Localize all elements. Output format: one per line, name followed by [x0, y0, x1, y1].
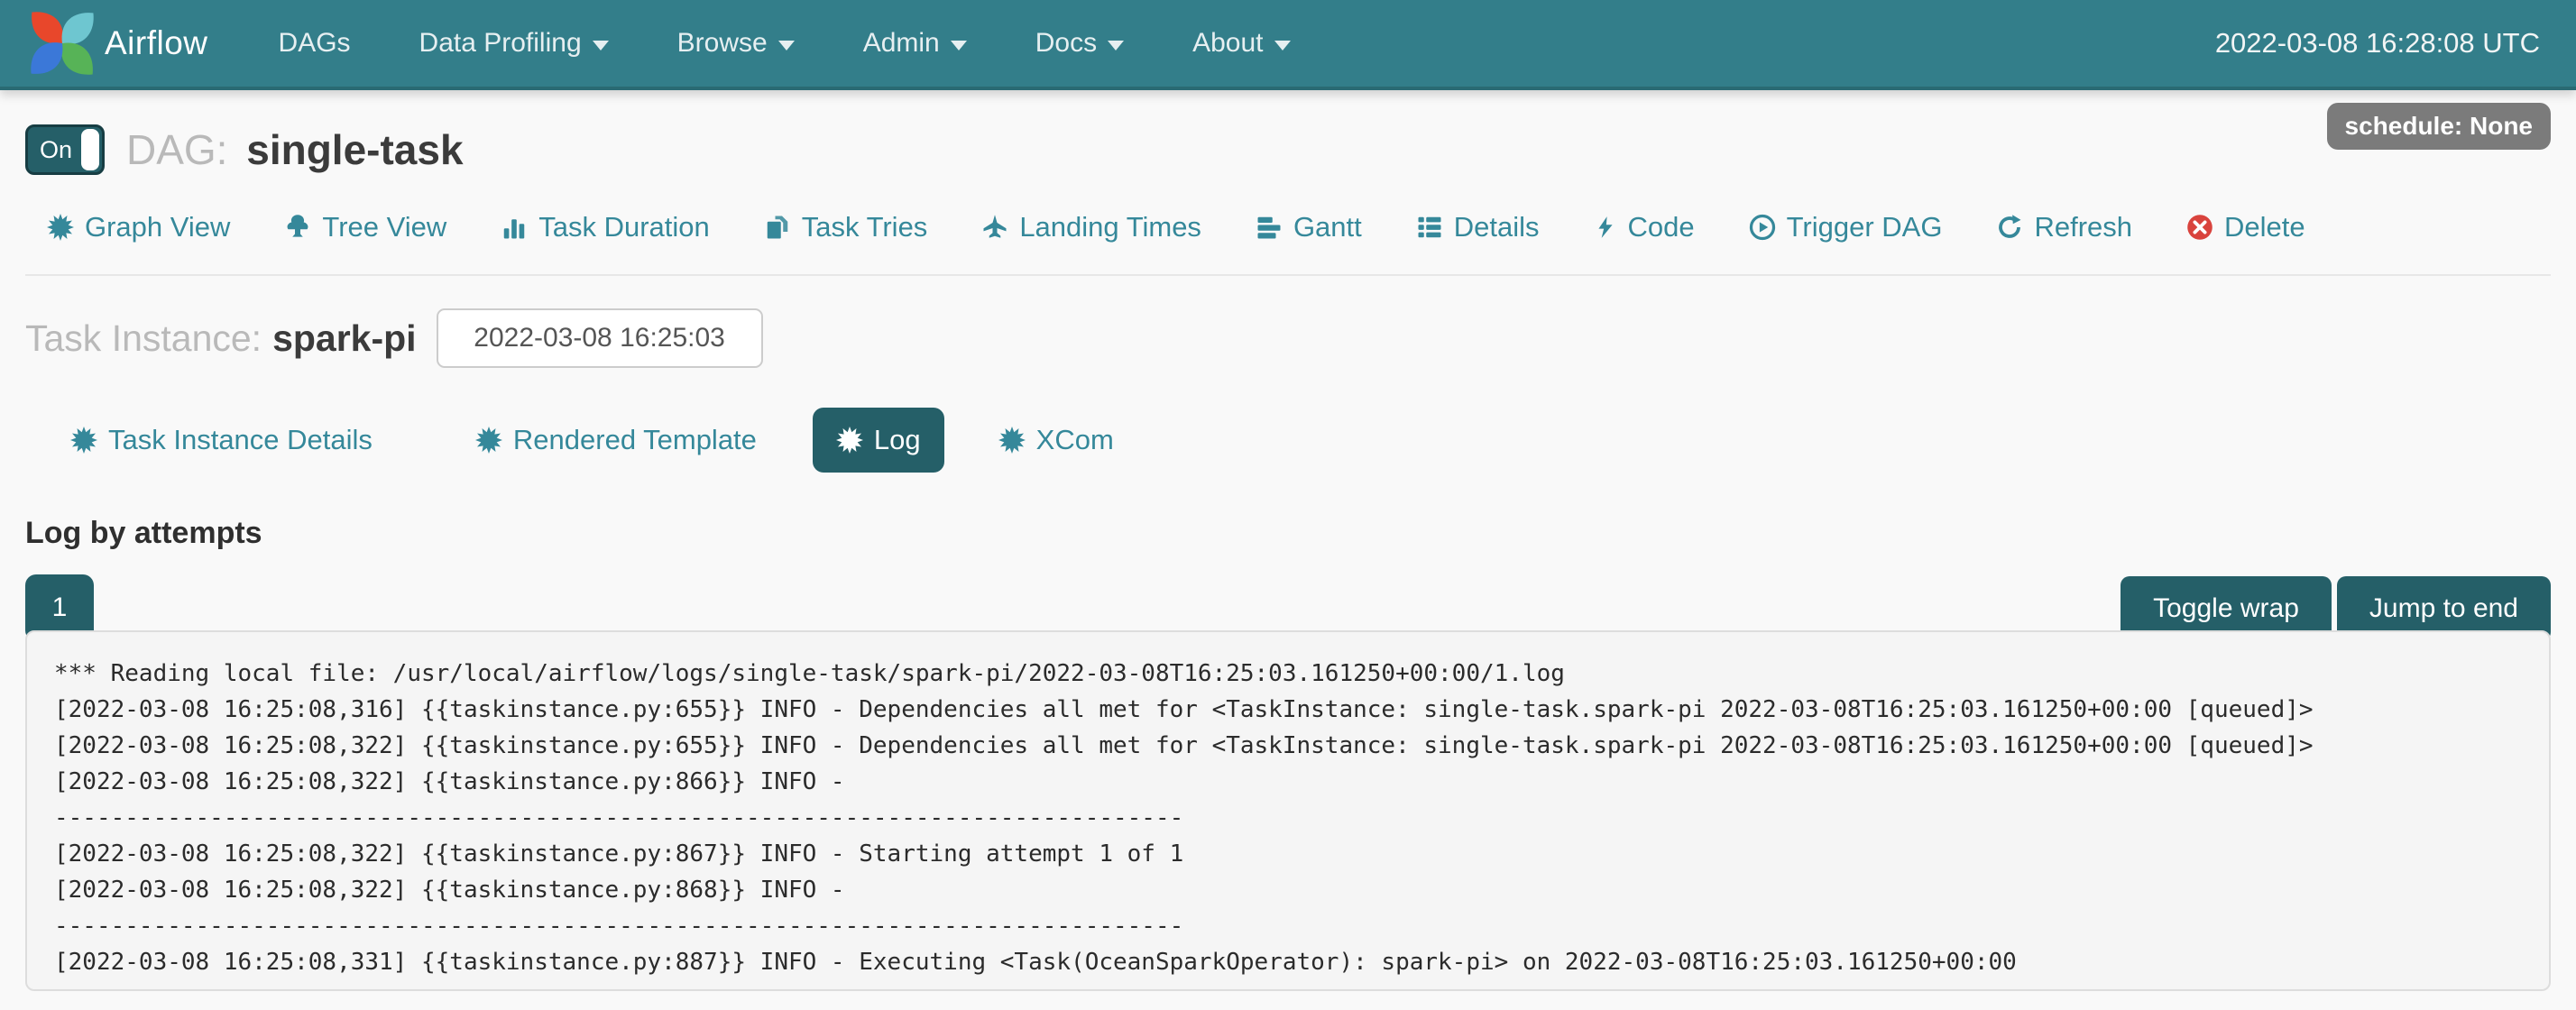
- ti-tab-label: XCom: [1036, 424, 1114, 456]
- section-divider: [25, 274, 2551, 276]
- dag-tab-label: Delete: [2224, 211, 2305, 243]
- dag-tab-label: Graph View: [85, 211, 230, 243]
- tree-icon: [284, 214, 311, 241]
- log-line: [2022-03-08 16:25:08,322] {{taskinstance…: [54, 764, 2522, 800]
- refresh-icon: [1996, 214, 2023, 241]
- chevron-down-icon: [1108, 41, 1124, 50]
- log-line: [2022-03-08 16:25:08,322] {{taskinstance…: [54, 836, 2522, 872]
- airflow-pinwheel-logo-icon: [25, 6, 99, 80]
- burst-icon: [475, 427, 502, 454]
- log-line: [2022-03-08 16:25:08,316] {{taskinstance…: [54, 692, 2522, 728]
- schedule-badge: schedule: None: [2327, 103, 2551, 150]
- log-line: ----------------------------------------…: [54, 800, 2522, 836]
- nav-item-browse[interactable]: Browse: [643, 0, 829, 87]
- ti-tab-label: Task Instance Details: [108, 424, 373, 456]
- nav-item-label: About: [1192, 28, 1263, 59]
- burst-icon: [47, 214, 74, 241]
- execution-date-input[interactable]: [437, 308, 763, 368]
- brand-label: Airflow: [105, 24, 208, 62]
- log-by-attempts-heading: Log by attempts: [25, 516, 2551, 551]
- log-line: *** Reading local file: /usr/local/airfl…: [54, 656, 2522, 692]
- dag-pause-toggle[interactable]: On: [25, 124, 105, 175]
- flash-icon: [1594, 214, 1617, 241]
- dag-tab-label: Code: [1628, 211, 1695, 243]
- remove-circle-icon: [2186, 214, 2213, 241]
- chevron-down-icon: [951, 41, 967, 50]
- dag-tab-label: Refresh: [2034, 211, 2132, 243]
- dag-tab-task-duration[interactable]: Task Duration: [501, 211, 710, 243]
- dag-tab-task-tries[interactable]: Task Tries: [764, 211, 928, 243]
- chevron-down-icon: [1274, 41, 1291, 50]
- utc-clock: 2022-03-08 16:28:08 UTC: [2215, 27, 2540, 60]
- log-line: [2022-03-08 16:25:08,322] {{taskinstance…: [54, 728, 2522, 764]
- dag-tab-trigger-dag[interactable]: Trigger DAG: [1749, 211, 1943, 243]
- dag-tab-code[interactable]: Code: [1594, 211, 1695, 243]
- log-line: [2022-03-08 16:25:08,322] {{taskinstance…: [54, 872, 2522, 908]
- chevron-down-icon: [778, 41, 795, 50]
- airflow-brand-link[interactable]: Airflow: [25, 6, 208, 80]
- ti-tab-label: Rendered Template: [513, 424, 757, 456]
- toggle-knob: [81, 129, 99, 170]
- dag-tab-tree-view[interactable]: Tree View: [284, 211, 446, 243]
- navbar-menu: DAGs Data Profiling Browse Admin Docs About: [244, 0, 1325, 87]
- nav-item-label: Admin: [863, 28, 940, 59]
- dag-tab-delete[interactable]: Delete: [2186, 211, 2305, 243]
- burst-icon: [998, 427, 1026, 454]
- nav-item-label: Docs: [1035, 28, 1097, 59]
- ti-tab-label: Log: [874, 424, 921, 456]
- nav-item-label: Data Profiling: [419, 28, 582, 59]
- bar-chart-icon: [501, 214, 528, 241]
- chevron-down-icon: [593, 41, 609, 50]
- gantt-icon: [1256, 214, 1283, 241]
- log-output-panel: *** Reading local file: /usr/local/airfl…: [25, 630, 2551, 991]
- task-instance-header: Task Instance: spark-pi: [25, 308, 2551, 368]
- nav-item-docs[interactable]: Docs: [1001, 0, 1158, 87]
- dag-name: single-task: [246, 126, 463, 173]
- plane-icon: [981, 214, 1008, 241]
- task-name: spark-pi: [272, 317, 417, 360]
- nav-item-dags[interactable]: DAGs: [244, 0, 385, 87]
- dag-tab-label: Trigger DAG: [1787, 211, 1943, 243]
- nav-item-label: Browse: [677, 28, 768, 59]
- log-line: [2022-03-08 16:25:08,331] {{taskinstance…: [54, 944, 2522, 980]
- dag-title-prefix: DAG:: [126, 126, 227, 173]
- task-instance-label: Task Instance:: [25, 317, 262, 360]
- dag-tab-gantt[interactable]: Gantt: [1256, 211, 1362, 243]
- nav-item-about[interactable]: About: [1158, 0, 1324, 87]
- nav-item-label: DAGs: [279, 28, 351, 59]
- burst-icon: [836, 427, 863, 454]
- duplicate-icon: [764, 214, 791, 241]
- ti-tab-log[interactable]: Log: [813, 408, 944, 473]
- dag-tab-details[interactable]: Details: [1416, 211, 1540, 243]
- task-instance-tabs: Task Instance Details Rendered Template Lo…: [25, 408, 2551, 473]
- top-navbar: Airflow DAGs Data Profiling Browse Admin Doc…: [0, 0, 2576, 90]
- dag-tab-landing-times[interactable]: Landing Times: [981, 211, 1201, 243]
- nav-item-admin[interactable]: Admin: [829, 0, 1001, 87]
- toggle-on-label: On: [28, 136, 72, 164]
- dag-tab-label: Task Duration: [538, 211, 710, 243]
- page-title: DAG: single-task: [126, 125, 464, 174]
- dag-tab-label: Details: [1454, 211, 1540, 243]
- dag-tab-label: Landing Times: [1019, 211, 1201, 243]
- log-line: ----------------------------------------…: [54, 908, 2522, 944]
- dag-tab-label: Tree View: [322, 211, 446, 243]
- page-content: On DAG: single-task schedule: None Graph…: [0, 124, 2576, 991]
- dag-tab-graph-view[interactable]: Graph View: [47, 211, 230, 243]
- dag-view-tabs: Graph View Tree View Task Duration Task Tri…: [25, 211, 2551, 243]
- ti-tab-task-instance-details[interactable]: Task Instance Details: [47, 408, 396, 473]
- ti-tab-rendered-template[interactable]: Rendered Template: [452, 408, 780, 473]
- nav-item-data-profiling[interactable]: Data Profiling: [385, 0, 643, 87]
- dag-header: On DAG: single-task schedule: None: [25, 124, 2551, 175]
- burst-icon: [70, 427, 97, 454]
- dag-tab-label: Task Tries: [802, 211, 928, 243]
- ti-tab-xcom[interactable]: XCom: [975, 408, 1137, 473]
- list-icon: [1416, 214, 1443, 241]
- play-circle-icon: [1749, 214, 1776, 241]
- dag-tab-label: Gantt: [1293, 211, 1362, 243]
- dag-tab-refresh[interactable]: Refresh: [1996, 211, 2132, 243]
